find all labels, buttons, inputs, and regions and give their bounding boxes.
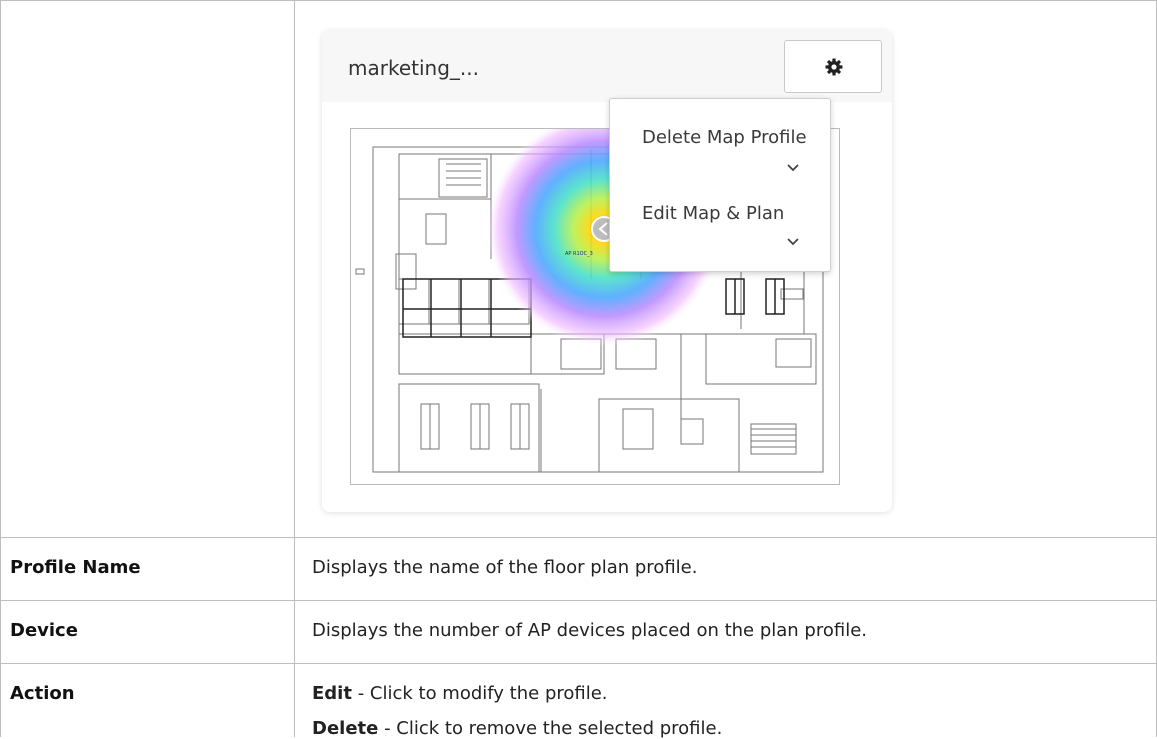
table-border-left [0,0,1,737]
row-divider [0,537,1157,538]
table-border-top [0,0,1157,1]
profile-title: marketing_... [348,56,479,80]
description-table: marketing_... AP R1OC_3 Delete Map Profi… [0,0,1157,739]
row-divider [0,600,1157,601]
ap-label: AP R1OC_3 [565,251,593,257]
gear-icon [825,58,843,76]
settings-dropdown-menu: Delete Map Profile Edit Map & Plan [609,98,831,272]
action-delete-line: Delete - Click to remove the selected pr… [312,718,722,739]
row-label-device: Device [10,620,78,641]
card-header: marketing_... [322,30,892,102]
row-desc-profile-name: Displays the name of the floor plan prof… [312,557,698,578]
action-text-edit: - Click to modify the profile. [351,683,608,704]
action-term-edit: Edit [312,683,352,704]
row-label-profile-name: Profile Name [10,557,141,578]
row-desc-device: Displays the number of AP devices placed… [312,620,868,641]
menu-item-edit-map-plan[interactable]: Edit Map & Plan [642,203,784,224]
action-term-delete: Delete [312,718,379,739]
chevron-down-icon [787,238,799,246]
action-edit-line: Edit - Click to modify the profile. [312,683,608,704]
row-divider [0,663,1157,664]
action-text-delete: - Click to remove the selected profile. [378,718,723,739]
row-label-action: Action [10,683,75,704]
menu-item-delete-map-profile[interactable]: Delete Map Profile [642,127,807,148]
table-column-divider [294,0,295,737]
settings-button[interactable] [784,40,882,93]
chevron-down-icon [787,164,799,172]
